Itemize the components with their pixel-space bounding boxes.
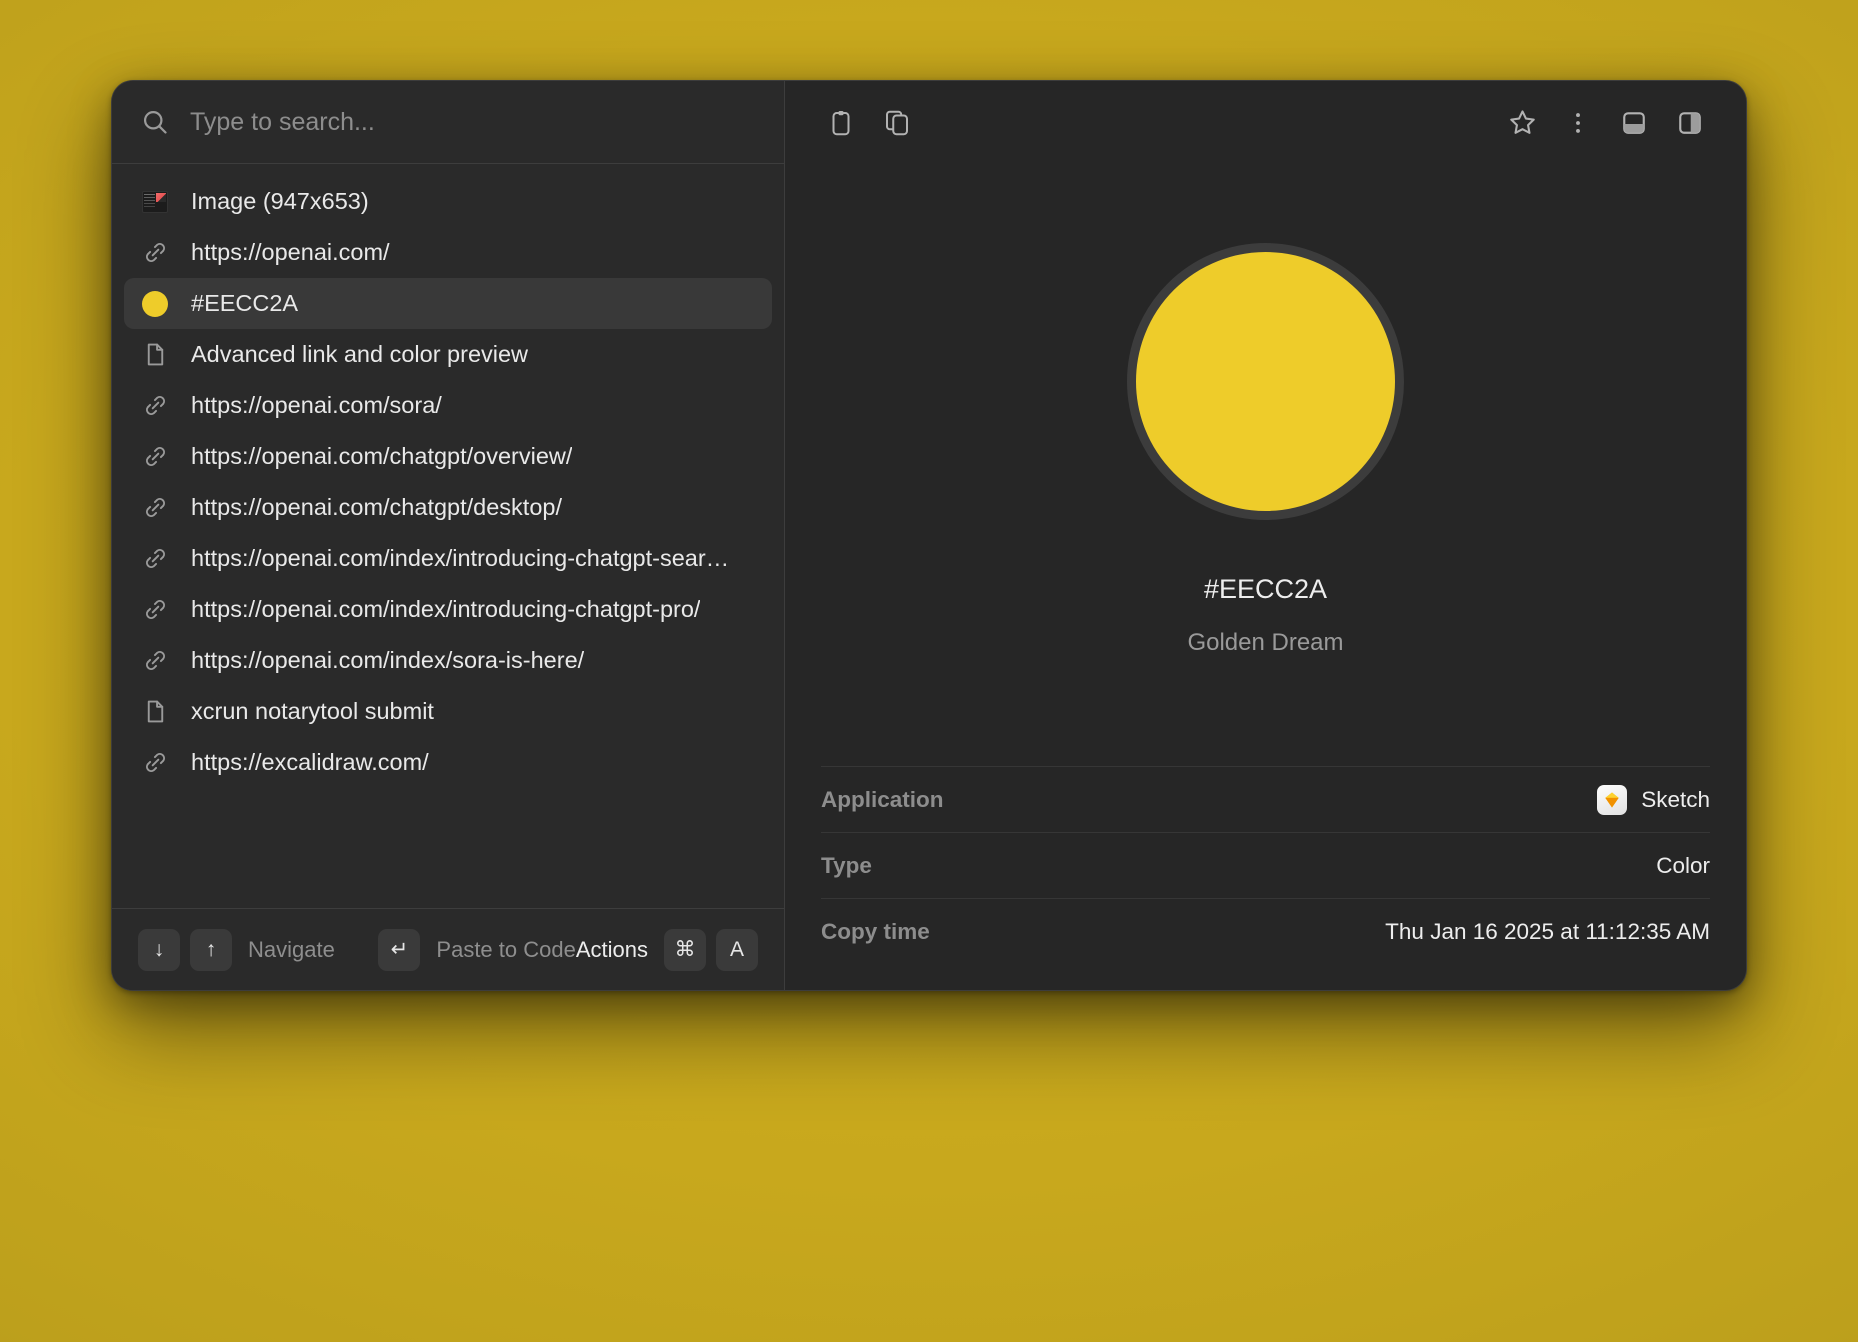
detail-panel: #EECC2A Golden Dream Application Sketch bbox=[785, 81, 1746, 990]
clipboard-icon[interactable] bbox=[819, 101, 863, 145]
link-icon bbox=[140, 238, 170, 268]
sketch-app-icon bbox=[1597, 784, 1628, 815]
metadata-key: Type bbox=[821, 852, 872, 878]
image-thumbnail-icon bbox=[140, 187, 170, 217]
color-hex-label: #EECC2A bbox=[1203, 574, 1328, 604]
metadata-key: Application bbox=[821, 786, 944, 812]
list-item-label: xcrun notarytool submit bbox=[191, 698, 434, 724]
document-icon bbox=[140, 340, 170, 370]
navigate-group[interactable]: ↓ ↑ Navigate bbox=[138, 928, 335, 971]
list-item-label: Advanced link and color preview bbox=[191, 341, 529, 367]
copy-icon[interactable] bbox=[875, 101, 919, 145]
list-item[interactable]: xcrun notarytool submit bbox=[124, 686, 772, 737]
paste-to-code-label: Paste to Code bbox=[436, 936, 576, 962]
metadata-key: Copy time bbox=[821, 918, 930, 944]
detail-toolbar bbox=[785, 81, 1746, 164]
color-preview-area: #EECC2A Golden Dream bbox=[785, 164, 1746, 766]
link-icon bbox=[140, 646, 170, 676]
a-key[interactable]: A bbox=[716, 928, 758, 971]
color-swatch-icon bbox=[140, 289, 170, 319]
metadata-row-copy-time: Copy time Thu Jan 16 2025 at 11:12:35 AM bbox=[821, 898, 1710, 964]
list-item[interactable]: Image (947x653) bbox=[124, 176, 772, 227]
left-panel: Image (947x653) https://openai.com/ bbox=[112, 81, 785, 990]
enter-key[interactable]: ↵ bbox=[378, 928, 421, 971]
metadata-row-type: Type Color bbox=[821, 832, 1710, 898]
list-item-label: https://openai.com/index/introducing-cha… bbox=[191, 596, 701, 622]
color-preview-circle bbox=[1127, 243, 1404, 520]
navigate-label: Navigate bbox=[248, 936, 335, 962]
search-input[interactable] bbox=[190, 107, 756, 137]
command-key[interactable]: ⌘ bbox=[664, 928, 706, 971]
list-item[interactable]: https://openai.com/index/sora-is-here/ bbox=[124, 635, 772, 686]
list-item-label: https://openai.com/index/introducing-cha… bbox=[191, 545, 730, 571]
link-icon bbox=[140, 544, 170, 574]
metadata-value: Sketch bbox=[1597, 784, 1710, 815]
metadata-row-application: Application Sketch bbox=[821, 766, 1710, 832]
list-item-label: https://openai.com/index/sora-is-here/ bbox=[191, 647, 585, 673]
action-footer: ↓ ↑ Navigate ↵ Paste to Code Actions ⌘ A bbox=[112, 908, 784, 990]
more-options-icon[interactable] bbox=[1556, 101, 1600, 145]
clipboard-manager-window: Image (947x653) https://openai.com/ bbox=[111, 80, 1747, 991]
metadata-table: Application Sketch Type Color Copy time … bbox=[785, 766, 1746, 990]
list-item-selected[interactable]: #EECC2A bbox=[124, 278, 772, 329]
list-item-label: Image (947x653) bbox=[191, 188, 369, 214]
metadata-value-text: Thu Jan 16 2025 at 11:12:35 AM bbox=[1385, 918, 1710, 944]
list-item[interactable]: https://openai.com/index/introducing-cha… bbox=[124, 533, 772, 584]
star-icon[interactable] bbox=[1500, 101, 1544, 145]
arrow-up-key[interactable]: ↑ bbox=[190, 928, 232, 971]
list-item-label: https://excalidraw.com/ bbox=[191, 749, 429, 775]
list-item-label: https://openai.com/chatgpt/overview/ bbox=[191, 443, 573, 469]
side-panel-icon[interactable] bbox=[1668, 101, 1712, 145]
clipboard-history-list[interactable]: Image (947x653) https://openai.com/ #EEC… bbox=[112, 164, 784, 908]
link-icon bbox=[140, 748, 170, 778]
list-item[interactable]: https://openai.com/chatgpt/desktop/ bbox=[124, 482, 772, 533]
list-item-label: #EECC2A bbox=[191, 290, 299, 316]
link-icon bbox=[140, 442, 170, 472]
list-item[interactable]: https://openai.com/ bbox=[124, 227, 772, 278]
list-item-label: https://openai.com/ bbox=[191, 239, 390, 265]
actions-label: Actions bbox=[575, 936, 648, 962]
arrow-down-key[interactable]: ↓ bbox=[138, 928, 180, 971]
link-icon bbox=[140, 391, 170, 421]
paste-group[interactable]: ↵ Paste to Code bbox=[378, 928, 576, 971]
list-item-label: https://openai.com/chatgpt/desktop/ bbox=[191, 494, 563, 520]
list-item[interactable]: https://openai.com/index/introducing-cha… bbox=[124, 584, 772, 635]
metadata-value-text: Color bbox=[1656, 852, 1710, 878]
search-bar bbox=[112, 81, 784, 164]
list-item[interactable]: https://openai.com/sora/ bbox=[124, 380, 772, 431]
search-icon bbox=[140, 107, 170, 137]
list-item[interactable]: Advanced link and color preview bbox=[124, 329, 772, 380]
list-item[interactable]: https://excalidraw.com/ bbox=[124, 737, 772, 788]
color-name-label: Golden Dream bbox=[1187, 629, 1344, 656]
actions-group[interactable]: Actions ⌘ A bbox=[575, 928, 758, 971]
list-item-label: https://openai.com/sora/ bbox=[191, 392, 442, 418]
bottom-panel-icon[interactable] bbox=[1612, 101, 1656, 145]
document-icon bbox=[140, 697, 170, 727]
link-icon bbox=[140, 595, 170, 625]
link-icon bbox=[140, 493, 170, 523]
list-item[interactable]: https://openai.com/chatgpt/overview/ bbox=[124, 431, 772, 482]
metadata-value-text: Sketch bbox=[1641, 786, 1710, 812]
